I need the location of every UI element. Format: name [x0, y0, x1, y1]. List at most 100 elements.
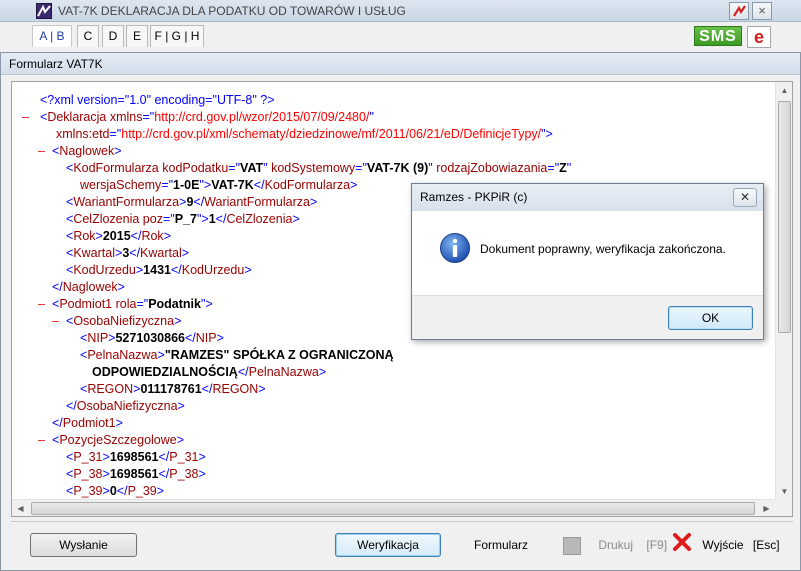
print-button[interactable]: Drukuj [F9] — [563, 533, 669, 557]
xml-token: "RAMZES" SPÓŁKA Z OGRANICZONĄ — [164, 348, 394, 362]
xml-token: > — [157, 348, 165, 362]
horizontal-scrollbar[interactable]: ◀ ▶ — [12, 499, 775, 516]
xml-token: P_31 — [169, 450, 199, 464]
xml-token: </ — [158, 467, 170, 481]
xml-token: NIP — [195, 331, 217, 345]
tree-collapse-toggle[interactable]: – — [22, 109, 29, 126]
message-box-close-button[interactable]: ✕ — [733, 188, 757, 207]
tab-f-g-h[interactable]: F | G | H — [150, 25, 204, 47]
scroll-right-icon[interactable]: ▶ — [758, 500, 775, 516]
xml-token: </ — [52, 416, 63, 430]
horizontal-scroll-thumb[interactable] — [31, 502, 755, 515]
xml-token: 0 — [109, 484, 117, 498]
tree-collapse-toggle[interactable]: – — [38, 296, 45, 313]
button-bar: Wysłanie Weryfikacja Formularz Drukuj [F… — [11, 521, 793, 565]
xml-token: =" — [355, 161, 367, 175]
xml-token: P_31 — [73, 450, 103, 464]
tab-c[interactable]: C — [77, 25, 99, 47]
xml-token: </ — [215, 212, 227, 226]
exit-button[interactable]: Wyjście [Esc] — [673, 533, 791, 557]
tree-collapse-toggle[interactable]: – — [52, 313, 59, 330]
xml-token: > — [114, 144, 122, 158]
xml-token: </ — [185, 331, 196, 345]
xml-token: > — [163, 229, 171, 243]
tab-a-b[interactable]: A | B — [32, 25, 72, 47]
xml-line: <P_38>1698561</P_38> — [66, 466, 206, 483]
xml-token: KodFormularza — [264, 178, 351, 192]
pin-icon[interactable] — [729, 2, 749, 20]
xml-token: rodzajZobowiazania — [436, 161, 548, 175]
xml-token: P_39 — [127, 484, 157, 498]
xml-token: > — [350, 178, 358, 192]
scroll-down-icon[interactable]: ▼ — [776, 483, 792, 500]
e-declaration-icon[interactable]: e — [747, 26, 771, 48]
back-window-titlebar: VAT-7K DEKLARACJA DLA PODATKU OD TOWARÓW… — [0, 0, 801, 22]
xml-token: "> — [196, 212, 209, 226]
xml-line: <OsobaNiefizyczna> — [66, 313, 181, 330]
sms-button[interactable]: SMS — [694, 26, 742, 46]
form-button[interactable]: Formularz — [447, 533, 555, 557]
app-logo-icon — [36, 3, 52, 19]
xml-line: <Rok>2015</Rok> — [66, 228, 171, 245]
xml-token: WariantFormularza — [73, 195, 180, 209]
xml-token: REGON — [87, 382, 134, 396]
dialog-title: Formularz VAT7K — [9, 57, 103, 71]
tree-collapse-toggle[interactable]: – — [38, 143, 45, 160]
xml-token: Podmiot1 — [59, 297, 116, 311]
printer-icon — [563, 536, 581, 555]
xml-token: > — [258, 382, 266, 396]
xml-token: 1-0E — [173, 178, 200, 192]
xml-line: xmlns:etd="http://crd.gov.pl/xml/schemat… — [56, 126, 553, 143]
back-close-button[interactable]: × — [752, 2, 772, 20]
xml-token: </ — [129, 246, 141, 260]
xml-token: =" — [547, 161, 560, 175]
tree-collapse-toggle[interactable]: – — [38, 432, 45, 449]
vertical-scroll-thumb[interactable] — [778, 101, 791, 333]
tab-d[interactable]: D — [102, 25, 124, 47]
xml-line: </OsobaNiefizyczna> — [66, 398, 185, 415]
xml-token: </ — [201, 382, 213, 396]
xml-token: KodUrzedu — [73, 263, 136, 277]
tab-e[interactable]: E — [126, 25, 148, 47]
xml-token: > — [102, 484, 110, 498]
xml-token: > — [244, 263, 252, 277]
send-button[interactable]: Wysłanie — [30, 533, 137, 557]
xml-line: <Deklaracja xmlns="http://crd.gov.pl/wzo… — [40, 109, 374, 126]
xml-token: OsobaNiefizyczna — [76, 399, 178, 413]
xml-token: =" — [228, 161, 241, 175]
xml-token: Naglowek — [59, 144, 115, 158]
xml-token: VAT — [240, 161, 264, 175]
xml-token: "> — [199, 178, 212, 192]
xml-token: 2015 — [102, 229, 131, 243]
scroll-up-icon[interactable]: ▲ — [776, 82, 792, 99]
xml-token: WariantFormularza — [204, 195, 310, 209]
xml-token: CelZlozenia — [226, 212, 293, 226]
xml-token: VAT-7K — [211, 178, 254, 192]
xml-token: </ — [66, 399, 77, 413]
xml-token: P_7 — [174, 212, 197, 226]
xml-token: Naglowek — [62, 280, 118, 294]
vertical-scrollbar[interactable]: ▲ ▼ — [775, 82, 792, 500]
xml-token: rola — [115, 297, 137, 311]
xml-token: > — [102, 450, 110, 464]
xml-token: Kwartal — [73, 246, 115, 260]
xml-token: Rok — [73, 229, 96, 243]
xml-token: PelnaNazwa — [248, 365, 319, 379]
xml-line: </Podmiot1> — [52, 415, 123, 432]
scroll-left-icon[interactable]: ◀ — [12, 500, 29, 516]
xml-token: "> — [200, 297, 213, 311]
xml-token: KodUrzedu — [181, 263, 245, 277]
xml-line: <Kwartal>3</Kwartal> — [66, 245, 189, 262]
xml-token: " — [369, 110, 374, 124]
xml-token: =" — [162, 212, 175, 226]
xml-token: ODPOWIEDZIALNOŚCIĄ — [92, 365, 238, 379]
xml-token: > — [198, 467, 206, 481]
xml-token: > — [115, 416, 123, 430]
message-box: Ramzes - PKPiR (c) ✕ Dokument poprawny, … — [411, 183, 764, 340]
ok-button[interactable]: OK — [668, 306, 753, 330]
verify-button[interactable]: Weryfikacja — [335, 533, 441, 557]
xml-token: </ — [52, 280, 63, 294]
xml-line: <KodUrzedu>1431</KodUrzedu> — [66, 262, 252, 279]
xml-line: <WariantFormularza>9</WariantFormularza> — [66, 194, 317, 211]
xml-token: </ — [193, 195, 205, 209]
